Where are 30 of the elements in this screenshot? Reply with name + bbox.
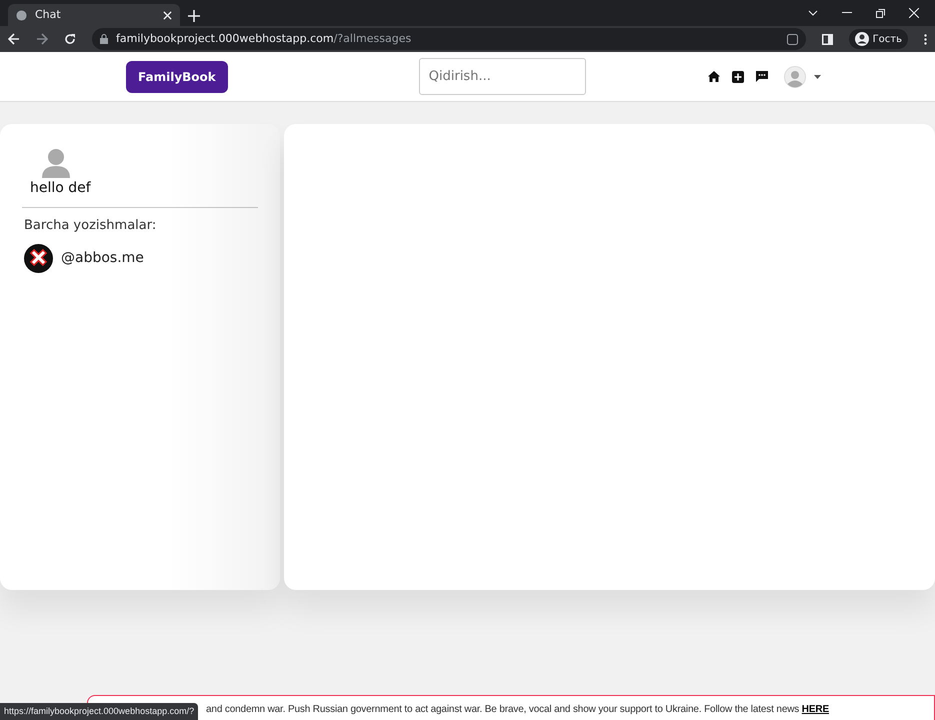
brand-logo-button[interactable]: FamilyBook	[126, 60, 228, 92]
close-icon[interactable]	[163, 10, 172, 20]
search-field[interactable]: Qidirish...	[418, 58, 586, 95]
user-name: hello def	[30, 179, 91, 198]
avatar-icon	[854, 32, 869, 46]
minimize-icon[interactable]	[842, 12, 852, 14]
caret-icon[interactable]	[814, 74, 821, 78]
conversation-name[interactable]: @abbos.me	[61, 248, 144, 268]
restore-icon[interactable]	[876, 8, 885, 18]
chevron-down-icon[interactable]	[808, 10, 818, 16]
address-bar[interactable]: familybookproject.000webhostapp.com/?allmessages	[92, 28, 806, 50]
avatar-icon	[24, 244, 53, 272]
home-icon[interactable]	[708, 71, 720, 82]
profile-button[interactable]: Гость	[848, 29, 908, 49]
add-post-icon[interactable]	[732, 70, 744, 82]
banner-text: and condemn war. Push Russian government to act against war. Be brave, vocal and show your support to Ukraine. Follow the latest news	[206, 704, 800, 715]
section-label: Barcha yozishmalar:	[24, 217, 158, 235]
reload-icon[interactable]	[64, 33, 76, 45]
new-tab-icon[interactable]	[188, 10, 200, 22]
side-panel-icon[interactable]	[822, 34, 833, 44]
news-link[interactable]: HERE	[802, 704, 829, 715]
tab-title[interactable]: Chat	[35, 6, 61, 24]
close-window-icon[interactable]	[909, 8, 919, 18]
back-arrow-icon[interactable]	[8, 33, 20, 45]
status-url: https://familybookproject.000webhostapp.com/?	[0, 702, 198, 720]
forward-arrow-icon[interactable]	[36, 33, 48, 45]
user-silhouette-icon	[41, 148, 71, 178]
message-icon[interactable]	[756, 71, 768, 82]
lock-icon	[100, 34, 108, 44]
more-menu-icon[interactable]	[924, 34, 927, 44]
